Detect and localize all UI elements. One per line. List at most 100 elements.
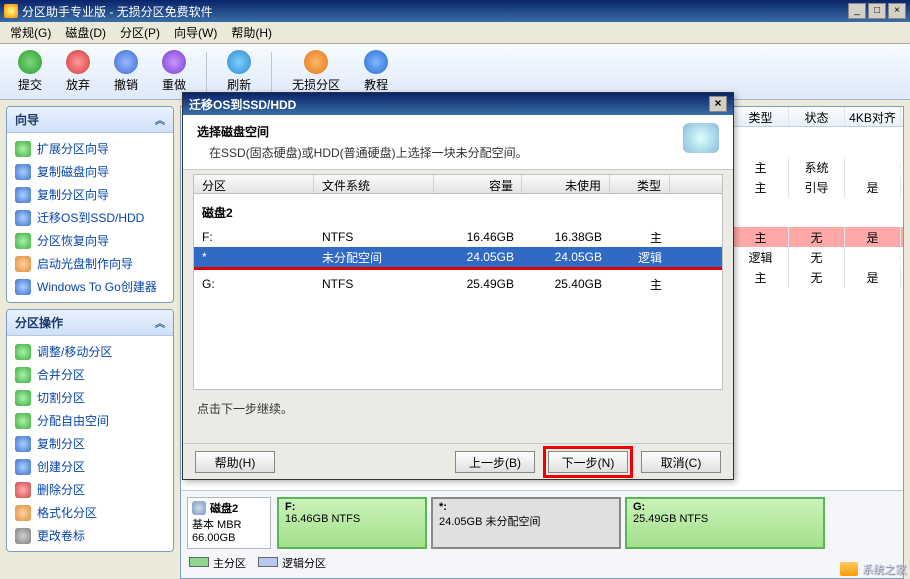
resize-icon xyxy=(15,344,31,360)
wizard-panel-header[interactable]: 向导 ︽ xyxy=(7,107,173,133)
sidebar-item-allocate[interactable]: 分配自由空间 xyxy=(9,409,171,432)
col-unused[interactable]: 未使用 xyxy=(522,175,610,193)
disk-legend: 主分区 逻辑分区 xyxy=(181,555,903,571)
sidebar-item-format[interactable]: 格式化分区 xyxy=(9,501,171,524)
sidebar-item-copy-disk[interactable]: 复制磁盘向导 xyxy=(9,160,171,183)
commit-icon xyxy=(18,50,42,74)
close-button[interactable]: × xyxy=(888,3,906,19)
col-partition[interactable]: 分区 xyxy=(194,175,314,193)
sidebar-item-label: 分区恢复向导 xyxy=(37,232,109,249)
menu-partition[interactable]: 分区(P) xyxy=(114,22,166,43)
wizard-panel: 向导 ︽ 扩展分区向导 复制磁盘向导 复制分区向导 迁移OS到SSD/HDD 分… xyxy=(6,106,174,303)
legend-logical: 逻辑分区 xyxy=(282,558,326,570)
legend-primary: 主分区 xyxy=(213,558,246,570)
col-type[interactable]: 类型 xyxy=(610,175,670,193)
window-titlebar: 分区助手专业版 - 无损分区免费软件 _ □ × xyxy=(0,0,910,22)
merge-icon xyxy=(15,367,31,383)
table-row[interactable]: 逻辑无 xyxy=(733,247,903,267)
commit-label: 提交 xyxy=(18,76,42,93)
format-icon xyxy=(15,505,31,521)
menu-disk[interactable]: 磁盘(D) xyxy=(59,22,112,43)
dialog-table-header: 分区 文件系统 容量 未使用 类型 xyxy=(193,174,723,194)
operations-panel: 分区操作 ︽ 调整/移动分区 合并分区 切割分区 分配自由空间 复制分区 创建分… xyxy=(6,309,174,552)
back-button[interactable]: 上一步(B) xyxy=(455,451,535,473)
undo-button[interactable]: 撤销 xyxy=(104,48,148,95)
sidebar-item-migrate-os[interactable]: 迁移OS到SSD/HDD xyxy=(9,206,171,229)
maximize-button[interactable]: □ xyxy=(868,3,886,19)
sidebar-item-label: 迁移OS到SSD/HDD xyxy=(37,209,144,226)
sidebar-item-label: 删除分区 xyxy=(37,481,85,498)
menu-help[interactable]: 帮助(H) xyxy=(225,22,278,43)
refresh-button[interactable]: 刷新 xyxy=(217,48,261,95)
lossless-icon xyxy=(304,50,328,74)
watermark-logo-icon xyxy=(840,562,858,576)
undo-icon xyxy=(114,50,138,74)
sidebar-item-partition-recovery[interactable]: 分区恢复向导 xyxy=(9,229,171,252)
dialog-table-row[interactable]: *未分配空间24.05GB24.05GB逻辑 xyxy=(194,247,722,267)
col-capacity[interactable]: 容量 xyxy=(434,175,522,193)
sidebar-item-label: 启动光盘制作向导 xyxy=(37,255,133,272)
sidebar-item-label: Windows To Go创建器 xyxy=(37,278,157,295)
chevron-up-icon: ︽ xyxy=(155,315,165,330)
table-row[interactable]: 主系统 xyxy=(733,157,903,177)
dialog-heading: 选择磁盘空间 xyxy=(197,123,719,140)
toolbar-separator xyxy=(206,52,207,92)
sidebar-item-boot-disc[interactable]: 启动光盘制作向导 xyxy=(9,252,171,275)
tutorial-icon xyxy=(364,50,388,74)
sidebar-item-delete[interactable]: 删除分区 xyxy=(9,478,171,501)
create-icon xyxy=(15,459,31,475)
table-row[interactable]: 主无是 xyxy=(733,227,903,247)
disk-type: 基本 MBR xyxy=(192,516,266,532)
cancel-button[interactable]: 取消(C) xyxy=(641,451,721,473)
delete-icon xyxy=(15,482,31,498)
discard-label: 放弃 xyxy=(66,76,90,93)
sidebar-item-label: 分配自由空间 xyxy=(37,412,109,429)
commit-button[interactable]: 提交 xyxy=(8,48,52,95)
minimize-button[interactable]: _ xyxy=(848,3,866,19)
sidebar-item-copy-partition[interactable]: 复制分区向导 xyxy=(9,183,171,206)
disk-info[interactable]: 磁盘2 基本 MBR 66.00GB xyxy=(187,497,271,549)
operations-panel-header[interactable]: 分区操作 ︽ xyxy=(7,310,173,336)
sidebar-item-label: 复制分区向导 xyxy=(37,186,109,203)
col-type[interactable]: 类型 xyxy=(733,107,789,126)
col-4kb[interactable]: 4KB对齐 xyxy=(845,107,901,126)
migrate-os-dialog: 迁移OS到SSD/HDD × 选择磁盘空间 在SSD(固态硬盘)或HDD(普通硬… xyxy=(182,92,734,480)
sidebar-item-windows-to-go[interactable]: Windows To Go创建器 xyxy=(9,275,171,298)
dialog-table-row[interactable]: G:NTFS25.49GB25.40GB主 xyxy=(194,274,722,294)
sidebar-item-label: 扩展分区向导 xyxy=(37,140,109,157)
sidebar-item-split[interactable]: 切割分区 xyxy=(9,386,171,409)
sidebar-item-label: 创建分区 xyxy=(37,458,85,475)
sidebar-item-label[interactable]: 更改卷标 xyxy=(9,524,171,547)
table-row[interactable]: 主引导是 xyxy=(733,177,903,197)
sidebar-item-extend-partition[interactable]: 扩展分区向导 xyxy=(9,137,171,160)
sidebar-item-copy[interactable]: 复制分区 xyxy=(9,432,171,455)
next-button[interactable]: 下一步(N) xyxy=(548,451,628,473)
partition-table-right: 类型 状态 4KB对齐 主系统 主引导是 主无是 逻辑无 主无是 xyxy=(733,107,903,287)
dialog-titlebar[interactable]: 迁移OS到SSD/HDD × xyxy=(183,93,733,115)
table-row[interactable]: 主无是 xyxy=(733,267,903,287)
sidebar-item-create[interactable]: 创建分区 xyxy=(9,455,171,478)
menu-wizard[interactable]: 向导(W) xyxy=(168,22,223,43)
dialog-close-button[interactable]: × xyxy=(709,96,727,112)
app-icon xyxy=(4,4,18,18)
lossless-button[interactable]: 无损分区 xyxy=(282,48,350,95)
redo-icon xyxy=(162,50,186,74)
tutorial-button[interactable]: 教程 xyxy=(354,48,398,95)
dialog-header: 选择磁盘空间 在SSD(固态硬盘)或HDD(普通硬盘)上选择一块未分配空间。 xyxy=(183,115,733,170)
col-filesystem[interactable]: 文件系统 xyxy=(314,175,434,193)
partition-copy-icon xyxy=(15,187,31,203)
sidebar-item-merge[interactable]: 合并分区 xyxy=(9,363,171,386)
partition-box[interactable]: G:25.49GB NTFS xyxy=(625,497,825,549)
menu-general[interactable]: 常规(G) xyxy=(4,22,57,43)
wizard-icon xyxy=(15,141,31,157)
menu-bar: 常规(G) 磁盘(D) 分区(P) 向导(W) 帮助(H) xyxy=(0,22,910,44)
discard-button[interactable]: 放弃 xyxy=(56,48,100,95)
dialog-table-row[interactable]: F:NTFS16.46GB16.38GB主 xyxy=(194,227,722,247)
redo-button[interactable]: 重做 xyxy=(152,48,196,95)
partition-box[interactable]: *:24.05GB 未分配空间 xyxy=(431,497,621,549)
partition-box[interactable]: F:16.46GB NTFS xyxy=(277,497,427,549)
col-status[interactable]: 状态 xyxy=(789,107,845,126)
disk-map: 磁盘2 基本 MBR 66.00GB F:16.46GB NTFS*:24.05… xyxy=(181,490,903,578)
help-button[interactable]: 帮助(H) xyxy=(195,451,275,473)
sidebar-item-resize[interactable]: 调整/移动分区 xyxy=(9,340,171,363)
